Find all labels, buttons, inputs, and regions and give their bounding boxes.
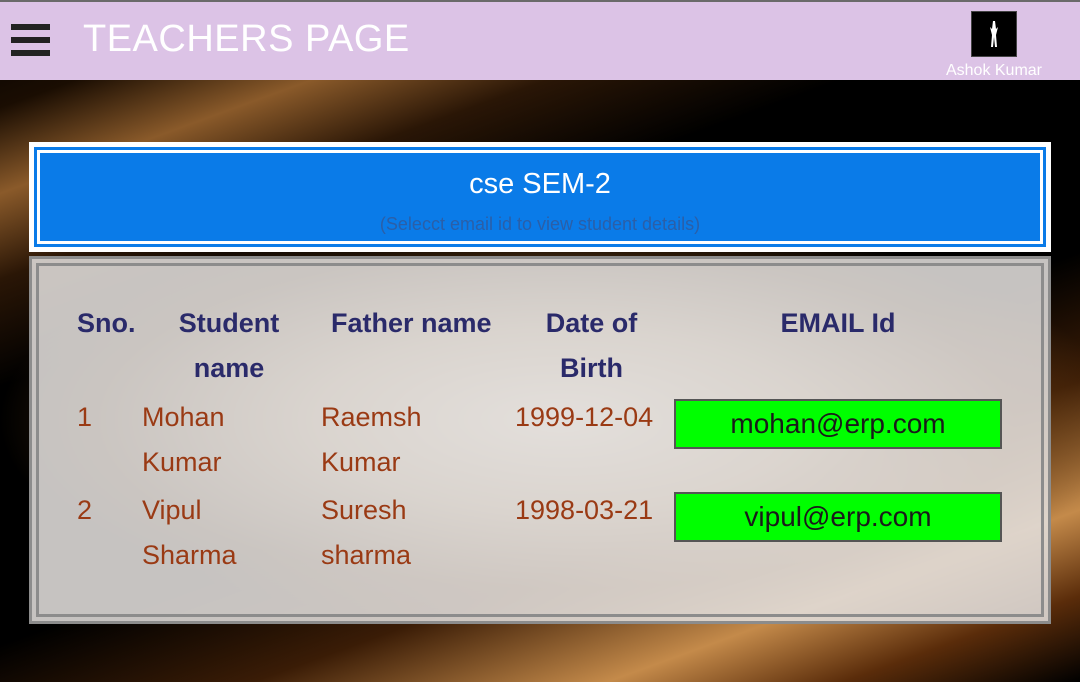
email-button-mohan[interactable]: mohan@erp.com [674,399,1002,449]
table-cell-father-name: Suresh sharma [321,495,412,570]
column-header-email: EMAIL Id [780,308,896,338]
table-cell-student-name: Vipul Sharma [142,495,237,570]
table-cell-sno: 1 [77,402,93,432]
class-header-panel: cse SEM-2 (Selecct email id to view stud… [29,142,1051,252]
table-cell-student-name: Mohan Kumar [142,402,225,477]
top-bar: TEACHERS PAGE Ashok Kumar [0,0,1080,80]
user-name: Ashok Kumar [945,62,1043,79]
column-header-dob: Date of Birth [545,308,638,383]
user-profile[interactable]: Ashok Kumar [940,11,1048,80]
column-header-student-name: Student name [178,308,280,383]
table-cell-father-name: Raemsh Kumar [321,402,422,477]
class-title: cse SEM-2 [469,168,611,200]
table-cell-sno: 2 [77,495,93,525]
avatar[interactable] [971,11,1017,57]
page-title: TEACHERS PAGE [83,18,410,60]
hamburger-menu-icon[interactable] [11,24,50,60]
table-cell-dob: 1999-12-04 [515,402,654,432]
avatar-figure-icon [990,21,998,47]
email-button-vipul[interactable]: vipul@erp.com [674,492,1002,542]
table-cell-dob: 1998-03-21 [515,495,654,525]
student-table: Sno. Student name Father name Date of Bi… [29,256,1051,624]
column-header-father-name: Father name [331,308,492,338]
instruction-hint: (Selecct email id to view student detail… [379,214,701,234]
column-header-sno: Sno. [77,308,136,338]
